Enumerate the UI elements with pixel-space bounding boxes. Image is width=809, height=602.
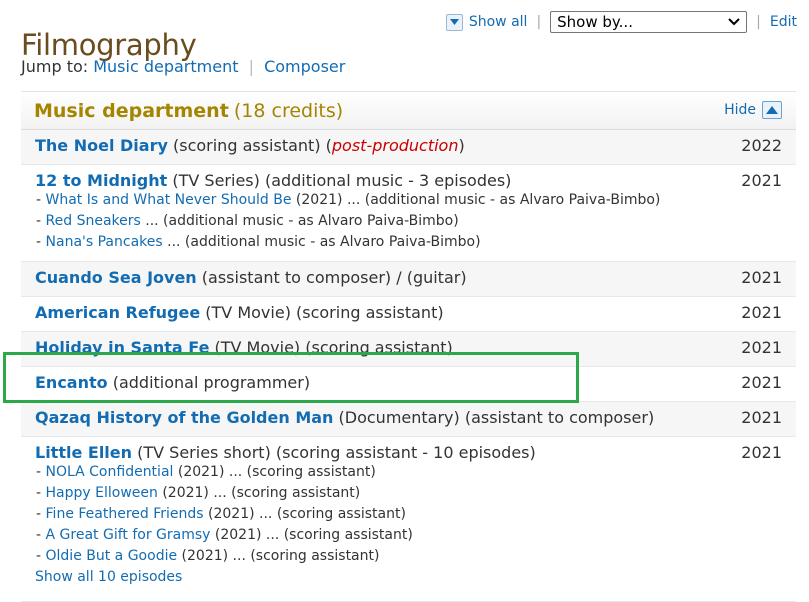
episode-item: - Nana's Pancakes ... (additional music …	[35, 232, 782, 253]
episode-dash: -	[36, 548, 46, 564]
credit-row: Qazaq History of the Golden Man (Documen…	[21, 402, 796, 437]
credit-role: (scoring assistant) (	[167, 136, 332, 155]
hide-control[interactable]: Hide	[724, 101, 782, 119]
credit-role: (TV Movie) (scoring assistant)	[209, 338, 453, 357]
credit-year: 2021	[741, 338, 782, 357]
jump-composer-link[interactable]: Composer	[264, 57, 345, 76]
jump-label: Jump to:	[21, 57, 89, 76]
credit-status: post-production	[331, 136, 459, 155]
down-triangle-icon[interactable]	[445, 13, 463, 31]
episode-detail: (2021) ... (scoring assistant)	[203, 506, 406, 522]
credit-year: 2021	[741, 268, 782, 287]
episode-link[interactable]: NOLA Confidential	[46, 464, 174, 480]
episode-dash: -	[36, 527, 46, 543]
credit-title-link[interactable]: 12 to Midnight	[35, 171, 167, 190]
hide-link[interactable]: Hide	[724, 102, 756, 118]
credit-row: Encanto (additional programmer) 2021	[21, 367, 796, 402]
credit-role: (TV Series) (additional music - 3 episod…	[167, 171, 512, 190]
credit-title-link[interactable]: Qazaq History of the Golden Man	[35, 408, 333, 427]
credit-year: 2021	[741, 303, 782, 322]
section-header: Music department (18 credits) Hide	[21, 92, 796, 130]
episode-dash: -	[36, 506, 46, 522]
episode-detail: ... (additional music - as Alvaro Paiva-…	[140, 213, 459, 229]
credit-role: (assistant to composer) / (guitar)	[196, 268, 467, 287]
credit-role: (TV Series short) (scoring assistant - 1…	[132, 443, 536, 462]
jump-music-department-link[interactable]: Music department	[93, 57, 238, 76]
episode-link[interactable]: Fine Feathered Friends	[46, 506, 204, 522]
credit-year: 2021	[741, 171, 782, 190]
credit-title-link[interactable]: The Noel Diary	[35, 136, 168, 155]
credit-title-link[interactable]: Little Ellen	[35, 443, 132, 462]
episode-item: - What Is and What Never Should Be (2021…	[35, 190, 782, 211]
episode-link[interactable]: Nana's Pancakes	[46, 234, 163, 250]
episode-detail: ... (additional music - as Alvaro Paiva-…	[162, 234, 481, 250]
episode-item: - NOLA Confidential (2021) ... (scoring …	[35, 462, 782, 483]
credit-role: (TV Movie) (scoring assistant)	[200, 303, 444, 322]
show-all-episodes-link[interactable]: Show all 10 episodes	[35, 567, 782, 588]
credit-year: 2021	[741, 408, 782, 427]
credit-role: (additional programmer)	[107, 373, 311, 392]
edit-link[interactable]: Edit	[770, 14, 797, 30]
credit-role-end: )	[458, 136, 465, 155]
episode-item: - Happy Elloween (2021) ... (scoring ass…	[35, 483, 782, 504]
credit-year: 2021	[741, 373, 782, 392]
episode-item: - Red Sneakers ... (additional music - a…	[35, 211, 782, 232]
episode-link[interactable]: A Great Gift for Gramsy	[46, 527, 211, 543]
show-by-select[interactable]: Show by...	[550, 11, 748, 33]
top-controls: Show all | Show by... | Edit	[445, 10, 797, 34]
episode-dash: -	[36, 192, 46, 208]
separator: |	[756, 14, 761, 30]
show-all-link[interactable]: Show all	[469, 14, 528, 30]
episode-item: - A Great Gift for Gramsy (2021) ... (sc…	[35, 525, 782, 546]
credit-row: The Noel Diary (scoring assistant) (post…	[21, 130, 796, 165]
credit-row: American Refugee (TV Movie) (scoring ass…	[21, 297, 796, 332]
credit-row: 12 to Midnight (TV Series) (additional m…	[21, 165, 796, 262]
credit-year: 2022	[741, 136, 782, 155]
music-department-section: Music department (18 credits) Hide The N…	[21, 91, 796, 602]
episode-link[interactable]: What Is and What Never Should Be	[46, 192, 292, 208]
credit-title-link[interactable]: Holiday in Santa Fe	[35, 338, 209, 357]
credit-row: Holiday in Santa Fe (TV Movie) (scoring …	[21, 332, 796, 367]
section-title: Music department	[34, 100, 229, 122]
up-triangle-icon[interactable]	[762, 101, 782, 119]
credit-title-link[interactable]: Cuando Sea Joven	[35, 268, 197, 287]
credit-title-link[interactable]: American Refugee	[35, 303, 200, 322]
episode-detail: (2021) ... (scoring assistant)	[157, 485, 361, 501]
section-count: (18 credits)	[233, 100, 344, 122]
jump-to: Jump to: Music department | Composer	[21, 57, 345, 76]
show-by-select-value: Show by...	[557, 13, 633, 31]
episode-link[interactable]: Oldie But a Goodie	[46, 548, 178, 564]
chevron-down-icon	[728, 18, 740, 26]
episode-link[interactable]: Happy Elloween	[46, 485, 158, 501]
separator: |	[536, 14, 542, 30]
episode-detail: (2021) ... (additional music - as Alvaro…	[291, 192, 661, 208]
episode-detail: (2021) ... (scoring assistant)	[210, 527, 413, 543]
credit-row: Little Ellen (TV Series short) (scoring …	[21, 437, 796, 602]
episode-dash: -	[36, 213, 46, 229]
episode-detail: (2021) ... (scoring assistant)	[173, 464, 376, 480]
episode-detail: (2021) ... (scoring assistant)	[177, 548, 380, 564]
episode-link[interactable]: Red Sneakers	[46, 213, 141, 229]
episode-item: - Fine Feathered Friends (2021) ... (sco…	[35, 504, 782, 525]
credit-title-link[interactable]: Encanto	[35, 373, 108, 392]
episode-dash: -	[36, 464, 46, 480]
credit-role: (Documentary) (assistant to composer)	[333, 408, 655, 427]
separator: |	[248, 57, 254, 76]
credit-year: 2021	[741, 443, 782, 462]
episode-item: - Oldie But a Goodie (2021) ... (scoring…	[35, 546, 782, 567]
credit-row: Cuando Sea Joven (assistant to composer)…	[21, 262, 796, 297]
episode-dash: -	[36, 234, 46, 250]
episode-dash: -	[36, 485, 46, 501]
